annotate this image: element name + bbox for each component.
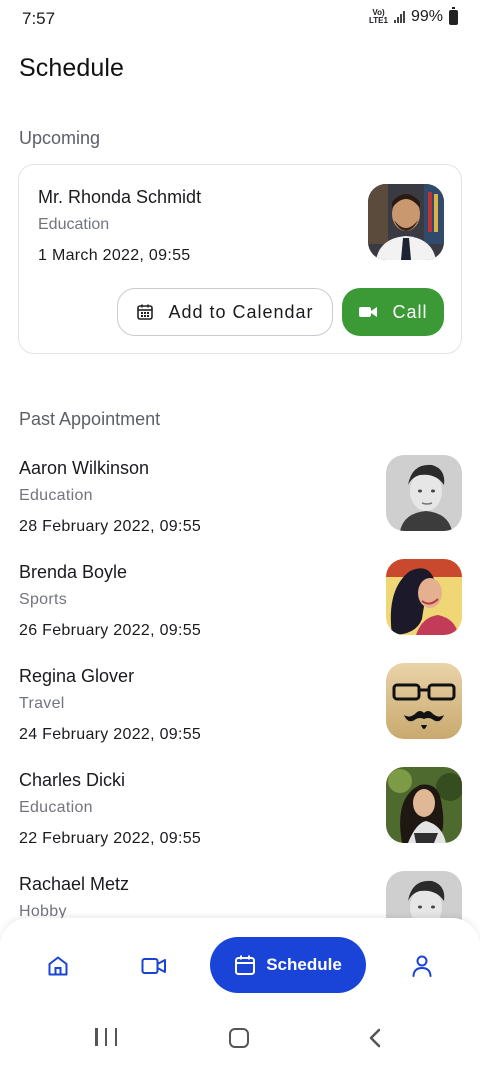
upcoming-appointment-card[interactable]: Mr. Rhonda Schmidt Education 1 March 202… [18,164,462,354]
list-item[interactable]: Aaron Wilkinson Education 28 February 20… [0,448,480,552]
status-icons: Vo) LTE1 99% [369,6,458,26]
network-type: Vo) LTE1 [369,8,388,25]
avatar [386,455,462,531]
item-datetime: 24 February 2022, 09:55 [19,726,202,743]
past-appointments-list[interactable]: Aaron Wilkinson Education 28 February 20… [0,448,480,920]
item-datetime: 28 February 2022, 09:55 [19,518,202,535]
status-time: 7:57 [22,9,56,28]
upcoming-section-title: Upcoming [19,128,101,148]
battery-icon [449,6,458,25]
calendar-icon [235,955,256,975]
item-name: Charles Dicki [19,770,126,790]
avatar [386,559,462,635]
back-icon[interactable] [366,1026,386,1050]
past-section-title: Past Appointment [19,409,161,429]
item-category: Sports [19,591,68,608]
video-icon [141,958,166,974]
list-item[interactable]: Regina Glover Travel 24 February 2022, 0… [0,656,480,760]
avatar [386,871,462,920]
item-category: Travel [19,695,65,712]
bottom-navigation: Schedule [0,918,480,1012]
item-name: Aaron Wilkinson [19,458,150,478]
avatar [368,184,444,260]
call-button[interactable]: Call [342,288,444,336]
avatar [386,663,462,739]
system-navigation-bar [0,1012,480,1067]
status-bar: 7:57 Vo) LTE1 99% [0,0,480,38]
calendar-icon [137,304,154,320]
item-category: Education [19,799,93,816]
nav-profile-button[interactable] [404,948,440,984]
item-category: Education [19,487,93,504]
battery-percent: 99% [410,8,443,25]
list-item[interactable]: Rachael Metz Hobby [0,864,480,920]
upcoming-datetime: 1 March 2022, 09:55 [38,247,191,264]
nav-home-button[interactable] [40,948,76,984]
item-datetime: 22 February 2022, 09:55 [19,830,202,847]
nav-schedule-label: Schedule [266,955,342,974]
home-icon [48,956,68,976]
home-button[interactable] [229,1028,249,1048]
list-item[interactable]: Charles Dicki Education 22 February 2022… [0,760,480,864]
add-to-calendar-label: Add to Calendar [168,301,314,322]
call-label: Call [392,301,428,322]
item-datetime: 26 February 2022, 09:55 [19,622,202,639]
nav-schedule-button[interactable]: Schedule [210,937,366,993]
video-call-icon [359,307,378,317]
nav-video-button[interactable] [134,948,174,984]
list-item[interactable]: Brenda Boyle Sports 26 February 2022, 09… [0,552,480,656]
recent-apps-button[interactable] [95,1028,117,1050]
item-name: Regina Glover [19,666,135,686]
profile-icon [412,955,432,977]
page-title: Schedule [19,54,125,82]
add-to-calendar-button[interactable]: Add to Calendar [117,288,333,336]
avatar [386,767,462,843]
item-name: Brenda Boyle [19,562,128,582]
upcoming-name: Mr. Rhonda Schmidt [38,187,202,207]
item-name: Rachael Metz [19,874,130,894]
signal-icon [393,11,405,23]
upcoming-category: Education [38,216,110,233]
